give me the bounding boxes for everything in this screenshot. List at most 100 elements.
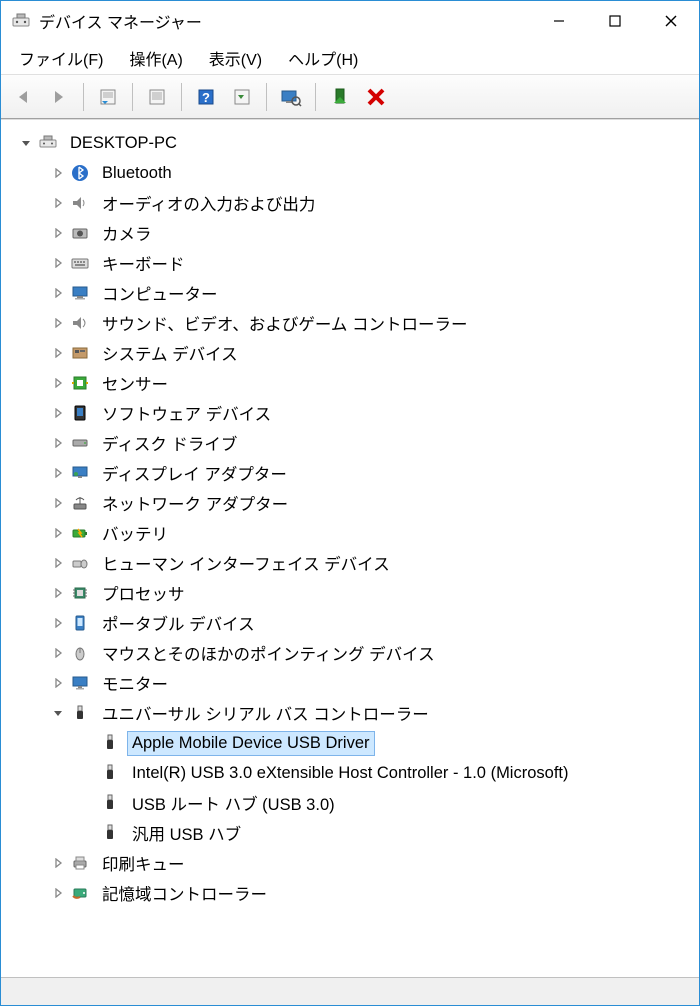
category-label[interactable]: プロセッサ xyxy=(97,578,190,608)
menu-view[interactable]: 表示(V) xyxy=(197,42,274,74)
tree-category-row[interactable]: ディスプレイ アダプター xyxy=(7,458,699,488)
tree-category-row[interactable]: センサー xyxy=(7,368,699,398)
category-label[interactable]: キーボード xyxy=(97,248,190,278)
chevron-right-icon[interactable] xyxy=(49,644,67,662)
tree-category-row[interactable]: バッテリ xyxy=(7,518,699,548)
device-manager-window: デバイス マネージャー ファイル(F) 操作(A) 表示(V) ヘルプ(H) xyxy=(0,0,700,1006)
category-label[interactable]: センサー xyxy=(97,368,173,398)
chevron-right-icon[interactable] xyxy=(49,314,67,332)
toolbar-separator xyxy=(181,83,182,111)
toolbar-properties-button[interactable] xyxy=(92,81,124,113)
toolbar-add-hardware-button[interactable] xyxy=(324,81,356,113)
category-label[interactable]: システム デバイス xyxy=(97,338,243,368)
tree-category-row[interactable]: オーディオの入力および出力 xyxy=(7,188,699,218)
tree-category-row[interactable]: ポータブル デバイス xyxy=(7,608,699,638)
category-label[interactable]: ネットワーク アダプター xyxy=(97,488,293,518)
category-label[interactable]: ディスク ドライブ xyxy=(97,428,242,458)
category-label[interactable]: コンピューター xyxy=(97,278,223,308)
chevron-right-icon[interactable] xyxy=(49,344,67,362)
tree-device-row[interactable]: Intel(R) USB 3.0 eXtensible Host Control… xyxy=(7,758,699,788)
tree-category-row[interactable]: ネットワーク アダプター xyxy=(7,488,699,518)
tree-category-row[interactable]: サウンド、ビデオ、およびゲーム コントローラー xyxy=(7,308,699,338)
chevron-right-icon[interactable] xyxy=(49,464,67,482)
tree-root-row[interactable]: DESKTOP-PC xyxy=(7,128,699,158)
category-label[interactable]: ポータブル デバイス xyxy=(97,608,260,638)
tree-device-row[interactable]: Apple Mobile Device USB Driver xyxy=(7,728,699,758)
category-label[interactable]: カメラ xyxy=(97,218,157,248)
tree-device-row[interactable]: 汎用 USB ハブ xyxy=(7,818,699,848)
chevron-right-icon[interactable] xyxy=(49,494,67,512)
tree-category-row[interactable]: マウスとそのほかのポインティング デバイス xyxy=(7,638,699,668)
category-label[interactable]: ディスプレイ アダプター xyxy=(97,458,292,488)
category-label[interactable]: ヒューマン インターフェイス デバイス xyxy=(97,548,395,578)
statusbar xyxy=(1,977,699,1005)
tree-device-row[interactable]: USB ルート ハブ (USB 3.0) xyxy=(7,788,699,818)
chevron-down-icon[interactable] xyxy=(49,704,67,722)
tree-category-row[interactable]: 印刷キュー xyxy=(7,848,699,878)
chevron-right-icon[interactable] xyxy=(49,404,67,422)
computer-icon xyxy=(69,282,91,304)
chevron-right-icon[interactable] xyxy=(49,194,67,212)
category-label[interactable]: 記憶域コントローラー xyxy=(97,878,272,908)
usb-category-label[interactable]: ユニバーサル シリアル バス コントローラー xyxy=(97,698,434,728)
tree-category-row[interactable]: ディスク ドライブ xyxy=(7,428,699,458)
toolbar-help-button[interactable]: ? xyxy=(190,81,222,113)
usb-icon xyxy=(99,792,121,814)
tree-category-row[interactable]: コンピューター xyxy=(7,278,699,308)
chevron-right-icon[interactable] xyxy=(49,434,67,452)
minimize-button[interactable] xyxy=(531,1,587,41)
chevron-down-icon[interactable] xyxy=(17,134,35,152)
tree-category-row[interactable]: キーボード xyxy=(7,248,699,278)
usb-icon xyxy=(99,822,121,844)
toolbar-properties2-button[interactable] xyxy=(141,81,173,113)
category-label[interactable]: マウスとそのほかのポインティング デバイス xyxy=(97,638,440,668)
chevron-right-icon[interactable] xyxy=(49,674,67,692)
tree-category-row[interactable]: プロセッサ xyxy=(7,578,699,608)
device-label[interactable]: Intel(R) USB 3.0 eXtensible Host Control… xyxy=(127,761,574,786)
category-label[interactable]: バッテリ xyxy=(97,518,173,548)
device-label[interactable]: Apple Mobile Device USB Driver xyxy=(127,731,375,756)
chevron-right-icon[interactable] xyxy=(49,524,67,542)
tree-category-row[interactable]: カメラ xyxy=(7,218,699,248)
chevron-right-icon[interactable] xyxy=(49,374,67,392)
toolbar-show-hidden-button[interactable] xyxy=(226,81,258,113)
menu-help[interactable]: ヘルプ(H) xyxy=(276,42,370,74)
chevron-right-icon[interactable] xyxy=(49,554,67,572)
device-label[interactable]: USB ルート ハブ (USB 3.0) xyxy=(127,788,340,818)
chevron-right-icon[interactable] xyxy=(49,614,67,632)
toolbar-forward-button[interactable] xyxy=(43,81,75,113)
tree-category-row[interactable]: モニター xyxy=(7,668,699,698)
category-label[interactable]: サウンド、ビデオ、およびゲーム コントローラー xyxy=(97,308,472,338)
disk-icon xyxy=(69,432,91,454)
tree-category-row[interactable]: Bluetooth xyxy=(7,158,699,188)
chevron-right-icon[interactable] xyxy=(49,854,67,872)
chevron-right-icon[interactable] xyxy=(49,284,67,302)
tree-category-row[interactable]: システム デバイス xyxy=(7,338,699,368)
chevron-right-icon[interactable] xyxy=(49,224,67,242)
menu-file[interactable]: ファイル(F) xyxy=(7,42,115,74)
menubar: ファイル(F) 操作(A) 表示(V) ヘルプ(H) xyxy=(1,41,699,75)
tree-category-row[interactable]: 記憶域コントローラー xyxy=(7,878,699,908)
chevron-right-icon[interactable] xyxy=(49,254,67,272)
category-label[interactable]: 印刷キュー xyxy=(97,848,190,878)
tree-category-usb[interactable]: ユニバーサル シリアル バス コントローラー xyxy=(7,698,699,728)
root-label[interactable]: DESKTOP-PC xyxy=(65,131,182,156)
menu-action[interactable]: 操作(A) xyxy=(117,42,194,74)
category-label[interactable]: オーディオの入力および出力 xyxy=(97,188,320,218)
maximize-button[interactable] xyxy=(587,1,643,41)
tree-category-row[interactable]: ヒューマン インターフェイス デバイス xyxy=(7,548,699,578)
usb-icon xyxy=(69,702,91,724)
chevron-right-icon[interactable] xyxy=(49,164,67,182)
toolbar-back-button[interactable] xyxy=(7,81,39,113)
category-label[interactable]: モニター xyxy=(97,668,173,698)
chevron-right-icon[interactable] xyxy=(49,584,67,602)
category-label[interactable]: ソフトウェア デバイス xyxy=(97,398,276,428)
chevron-right-icon[interactable] xyxy=(49,884,67,902)
close-button[interactable] xyxy=(643,1,699,41)
toolbar-scan-button[interactable] xyxy=(275,81,307,113)
device-tree[interactable]: DESKTOP-PC Bluetoothオーディオの入力および出力カメラキーボー… xyxy=(1,119,699,977)
category-label[interactable]: Bluetooth xyxy=(97,161,177,186)
toolbar-remove-button[interactable] xyxy=(360,81,392,113)
tree-category-row[interactable]: ソフトウェア デバイス xyxy=(7,398,699,428)
device-label[interactable]: 汎用 USB ハブ xyxy=(127,818,246,848)
